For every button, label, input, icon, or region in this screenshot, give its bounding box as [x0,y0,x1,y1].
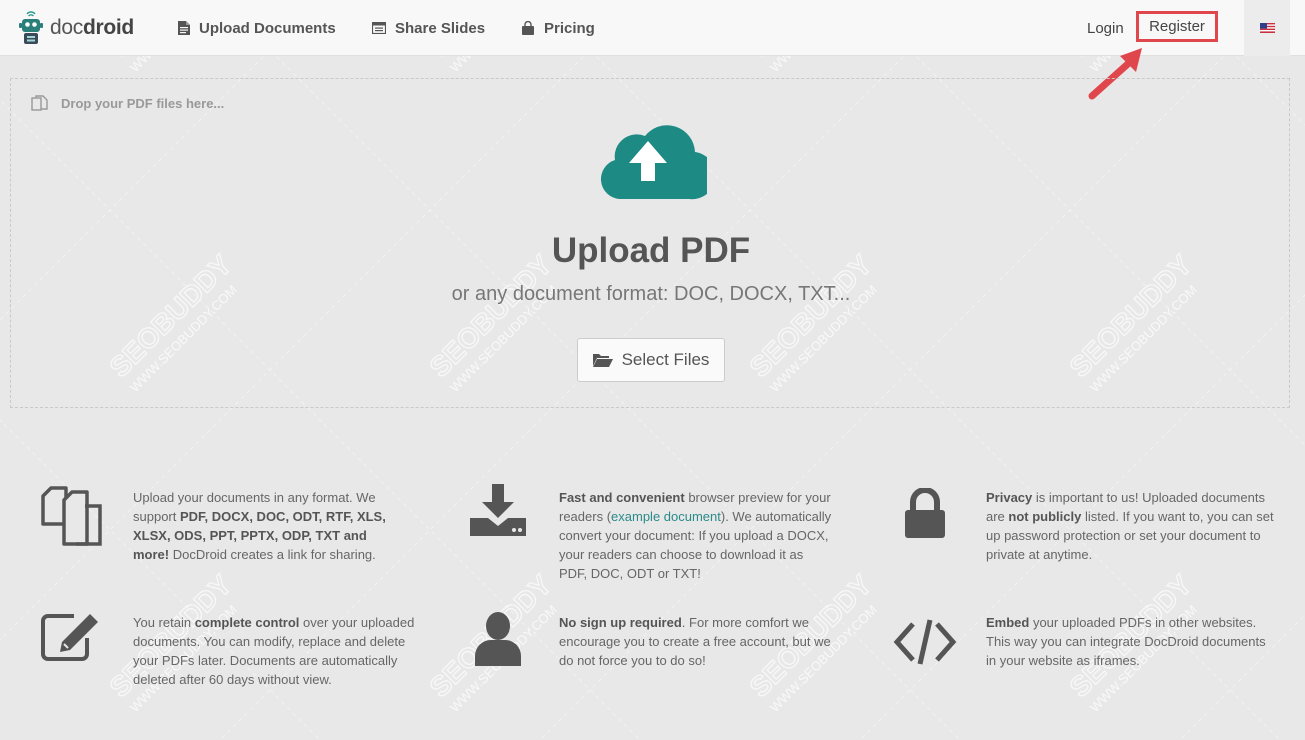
brand-suffix: droid [82,16,134,39]
brand-prefix: doc [50,16,83,39]
select-files-label: Select Files [621,350,710,369]
login-label: Login [1087,19,1124,37]
nav-pricing[interactable]: Pricing [521,0,595,56]
feature-text-bold: Embed [986,615,1030,630]
feature-formats: Upload your documents in any format. We … [133,488,405,564]
register-label: Register [1149,18,1205,35]
feature-text-bold: not publicly [1008,509,1082,524]
drop-hint: Drop your PDF files here... [31,95,224,111]
brand-logo-link[interactable]: docdroid [18,10,134,46]
register-link[interactable]: Register [1136,11,1218,42]
feature-text-bold: No sign up required [559,615,682,630]
nav-pricing-label: Pricing [544,19,595,37]
files-icon [41,486,102,546]
nav-share-slides-label: Share Slides [395,19,486,37]
feature-text: You retain [133,615,195,630]
brand-name: docdroid [50,16,134,40]
example-document-link[interactable]: example document [611,509,721,524]
feature-preview: Fast and convenient browser preview for … [559,488,834,583]
feature-text-bold: Privacy [986,490,1033,505]
file-icon [178,21,190,35]
user-icon [475,612,521,666]
feature-text: DocDroid creates a link for sharing. [169,547,376,562]
us-flag-icon [1259,23,1275,33]
feature-control: You retain complete control over your up… [133,613,423,689]
nav-upload-documents[interactable]: Upload Documents [178,0,336,56]
edit-icon [41,614,98,661]
upload-dropzone[interactable]: Drop your PDF files here... Upload PDF o… [10,78,1290,408]
bag-icon [522,21,534,35]
cloud-upload-icon [600,125,707,200]
upload-subtitle: or any document format: DOC, DOCX, TXT..… [451,283,851,305]
slides-icon [372,22,386,34]
folder-open-icon [592,354,613,367]
feature-text-bold: complete control [194,615,300,630]
robot-logo-icon [19,11,43,44]
language-selector[interactable] [1244,0,1290,56]
download-icon [470,484,526,536]
feature-no-signup: No sign up required. For more comfort we… [559,613,834,670]
feature-text-bold: Fast and convenient [559,490,685,505]
nav-share-slides[interactable]: Share Slides [372,0,485,56]
select-files-button[interactable]: Select Files [577,338,725,382]
drop-hint-text: Drop your PDF files here... [61,95,225,111]
feature-embed: Embed your uploaded PDFs in other websit… [986,613,1276,670]
code-icon [893,619,957,665]
feature-privacy: Privacy is important to us! Uploaded doc… [986,488,1276,564]
lock-icon [905,488,945,538]
upload-title: Upload PDF [551,231,751,270]
nav-upload-documents-label: Upload Documents [199,19,336,37]
copy-icon [31,95,48,111]
